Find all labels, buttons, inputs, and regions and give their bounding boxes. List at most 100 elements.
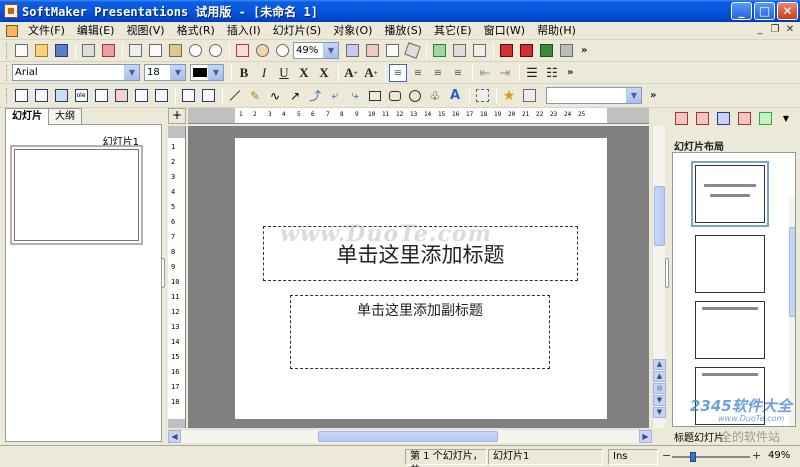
- pdf-button[interactable]: [99, 42, 117, 60]
- doc-close-button[interactable]: ✕: [784, 24, 796, 36]
- vertical-ruler[interactable]: 1 2 3 4 5 6 7 8 9 10 11 12 13 14 15 16 1…: [168, 126, 186, 428]
- zoom-slider[interactable]: − +: [662, 449, 761, 463]
- numbering-button[interactable]: ☷: [543, 64, 561, 82]
- insert-chart-object-button[interactable]: [132, 87, 150, 105]
- layouts-scrollbar[interactable]: [789, 197, 795, 426]
- print-button[interactable]: [79, 42, 97, 60]
- design-panel-button[interactable]: [693, 109, 711, 127]
- menu-help[interactable]: 帮助(H): [531, 22, 582, 40]
- stack-button[interactable]: [557, 42, 575, 60]
- menu-edit[interactable]: 编辑(E): [71, 22, 121, 40]
- document-icon[interactable]: [6, 24, 18, 37]
- navigator-button[interactable]: [253, 42, 271, 60]
- favorites-button[interactable]: ★: [500, 87, 518, 105]
- doc-restore-button[interactable]: ❐: [769, 24, 781, 36]
- chart-bars-button[interactable]: [470, 42, 488, 60]
- object-combo[interactable]: ▼: [546, 87, 642, 104]
- italic-button[interactable]: I: [255, 64, 273, 82]
- tab-slides[interactable]: 幻灯片: [5, 108, 49, 125]
- layout-panel-button[interactable]: [672, 109, 690, 127]
- transition-panel-button[interactable]: [735, 109, 753, 127]
- font-color-combo[interactable]: ▼: [190, 64, 224, 81]
- open-button[interactable]: [32, 42, 50, 60]
- hands-button[interactable]: [450, 42, 468, 60]
- paragraph-button[interactable]: [430, 42, 448, 60]
- underline-button[interactable]: U: [275, 64, 293, 82]
- presentations-button[interactable]: [537, 42, 555, 60]
- object-properties-button[interactable]: [520, 87, 538, 105]
- horizontal-ruler[interactable]: 1 2 3 4 5 6 7 8 9 10 11 12 13 14 15 16 1…: [188, 108, 649, 124]
- align-justify-button[interactable]: ≡: [449, 64, 467, 82]
- menu-format[interactable]: 格式(R): [171, 22, 221, 40]
- scroll-right-icon[interactable]: ▶: [639, 430, 652, 443]
- vertical-scroll-thumb[interactable]: [654, 186, 665, 246]
- connector-tool-button[interactable]: ⤴: [306, 87, 324, 105]
- line-tool-button[interactable]: [226, 87, 244, 105]
- maximize-button[interactable]: □: [754, 2, 775, 20]
- zoom-combo[interactable]: 49% ▼: [293, 42, 339, 59]
- panel-menu-button[interactable]: ▼: [777, 109, 795, 127]
- background-button[interactable]: [383, 42, 401, 60]
- slide-canvas[interactable]: 单击这里添加标题 单击这里添加副标题 www.DuoTe.com: [188, 126, 649, 428]
- strikethrough-button[interactable]: X: [295, 64, 313, 82]
- toolbar-grip[interactable]: [6, 64, 9, 81]
- toolbar-overflow-icon[interactable]: »: [581, 45, 587, 56]
- menu-file[interactable]: 文件(F): [22, 22, 71, 40]
- freehand-tool-button[interactable]: ✎: [246, 87, 264, 105]
- chevron-down-icon[interactable]: ▼: [124, 65, 139, 80]
- insert-chart-button[interactable]: [233, 42, 251, 60]
- layout-button[interactable]: [363, 42, 381, 60]
- menu-window[interactable]: 窗口(W): [478, 22, 531, 40]
- align-right-button[interactable]: ≡: [429, 64, 447, 82]
- zoom-out-icon[interactable]: −: [662, 449, 671, 462]
- cut-button[interactable]: [126, 42, 144, 60]
- toolbar-overflow-icon[interactable]: »: [650, 90, 656, 101]
- curved-connector-button[interactable]: ⤷: [346, 87, 364, 105]
- font-size-combo[interactable]: 18 ▼: [144, 64, 186, 81]
- close-button[interactable]: ✕: [777, 2, 798, 20]
- insert-sound-button[interactable]: [199, 87, 217, 105]
- rounded-rect-tool-button[interactable]: [386, 87, 404, 105]
- horizontal-scroll-thumb[interactable]: [318, 431, 498, 442]
- vertical-scrollbar[interactable]: ▲ ▲ ◎ ▼ ▼: [652, 126, 666, 428]
- scroll-down-page-icon[interactable]: ▼: [653, 395, 666, 406]
- subscript-button[interactable]: A +: [362, 64, 380, 82]
- planmaker-button[interactable]: [517, 42, 535, 60]
- chevron-down-icon[interactable]: ▼: [626, 88, 641, 103]
- arrow-tool-button[interactable]: ↗: [286, 87, 304, 105]
- rectangle-tool-button[interactable]: [366, 87, 384, 105]
- increase-indent-button[interactable]: ⇥: [496, 64, 514, 82]
- decrease-indent-button[interactable]: ⇤: [476, 64, 494, 82]
- toolbar-overflow-icon[interactable]: »: [567, 67, 573, 78]
- bold-button[interactable]: B: [235, 64, 253, 82]
- scroll-down-icon[interactable]: ▼: [653, 407, 666, 418]
- tab-outline[interactable]: 大纲: [48, 108, 82, 124]
- autoshape-tool-button[interactable]: ♧: [426, 87, 444, 105]
- scroll-up-page-icon[interactable]: ▲: [653, 371, 666, 382]
- align-left-button[interactable]: ≡: [389, 63, 407, 82]
- app-icon[interactable]: [4, 4, 18, 18]
- zoom-slider-knob[interactable]: [690, 452, 696, 462]
- chevron-down-icon[interactable]: ▼: [323, 43, 338, 58]
- zoom-in-icon[interactable]: +: [752, 449, 761, 462]
- insert-picture-button[interactable]: [52, 87, 70, 105]
- insert-text-frame-button[interactable]: [12, 87, 30, 105]
- clear-format-button[interactable]: X: [315, 64, 333, 82]
- font-name-combo[interactable]: Arial ▼: [12, 64, 140, 81]
- ruler-corner[interactable]: +: [168, 108, 186, 124]
- curve-tool-button[interactable]: ∿: [266, 87, 284, 105]
- scroll-up-icon[interactable]: ▲: [653, 359, 666, 370]
- insert-table-button[interactable]: [32, 87, 50, 105]
- layouts-scroll-thumb[interactable]: [789, 227, 795, 317]
- textart-tool-button[interactable]: A: [446, 87, 464, 105]
- layout-title-slide[interactable]: [691, 161, 769, 227]
- new-button[interactable]: [12, 42, 30, 60]
- format-painter-button[interactable]: [403, 42, 421, 60]
- redo-button[interactable]: [206, 42, 224, 60]
- superscript-button[interactable]: A +: [342, 64, 360, 82]
- elbow-connector-button[interactable]: ⤶: [326, 87, 344, 105]
- menu-play[interactable]: 播放(S): [378, 22, 428, 40]
- animation-panel-button[interactable]: [756, 109, 774, 127]
- ellipse-tool-button[interactable]: [406, 87, 424, 105]
- chevron-down-icon[interactable]: ▼: [208, 65, 223, 80]
